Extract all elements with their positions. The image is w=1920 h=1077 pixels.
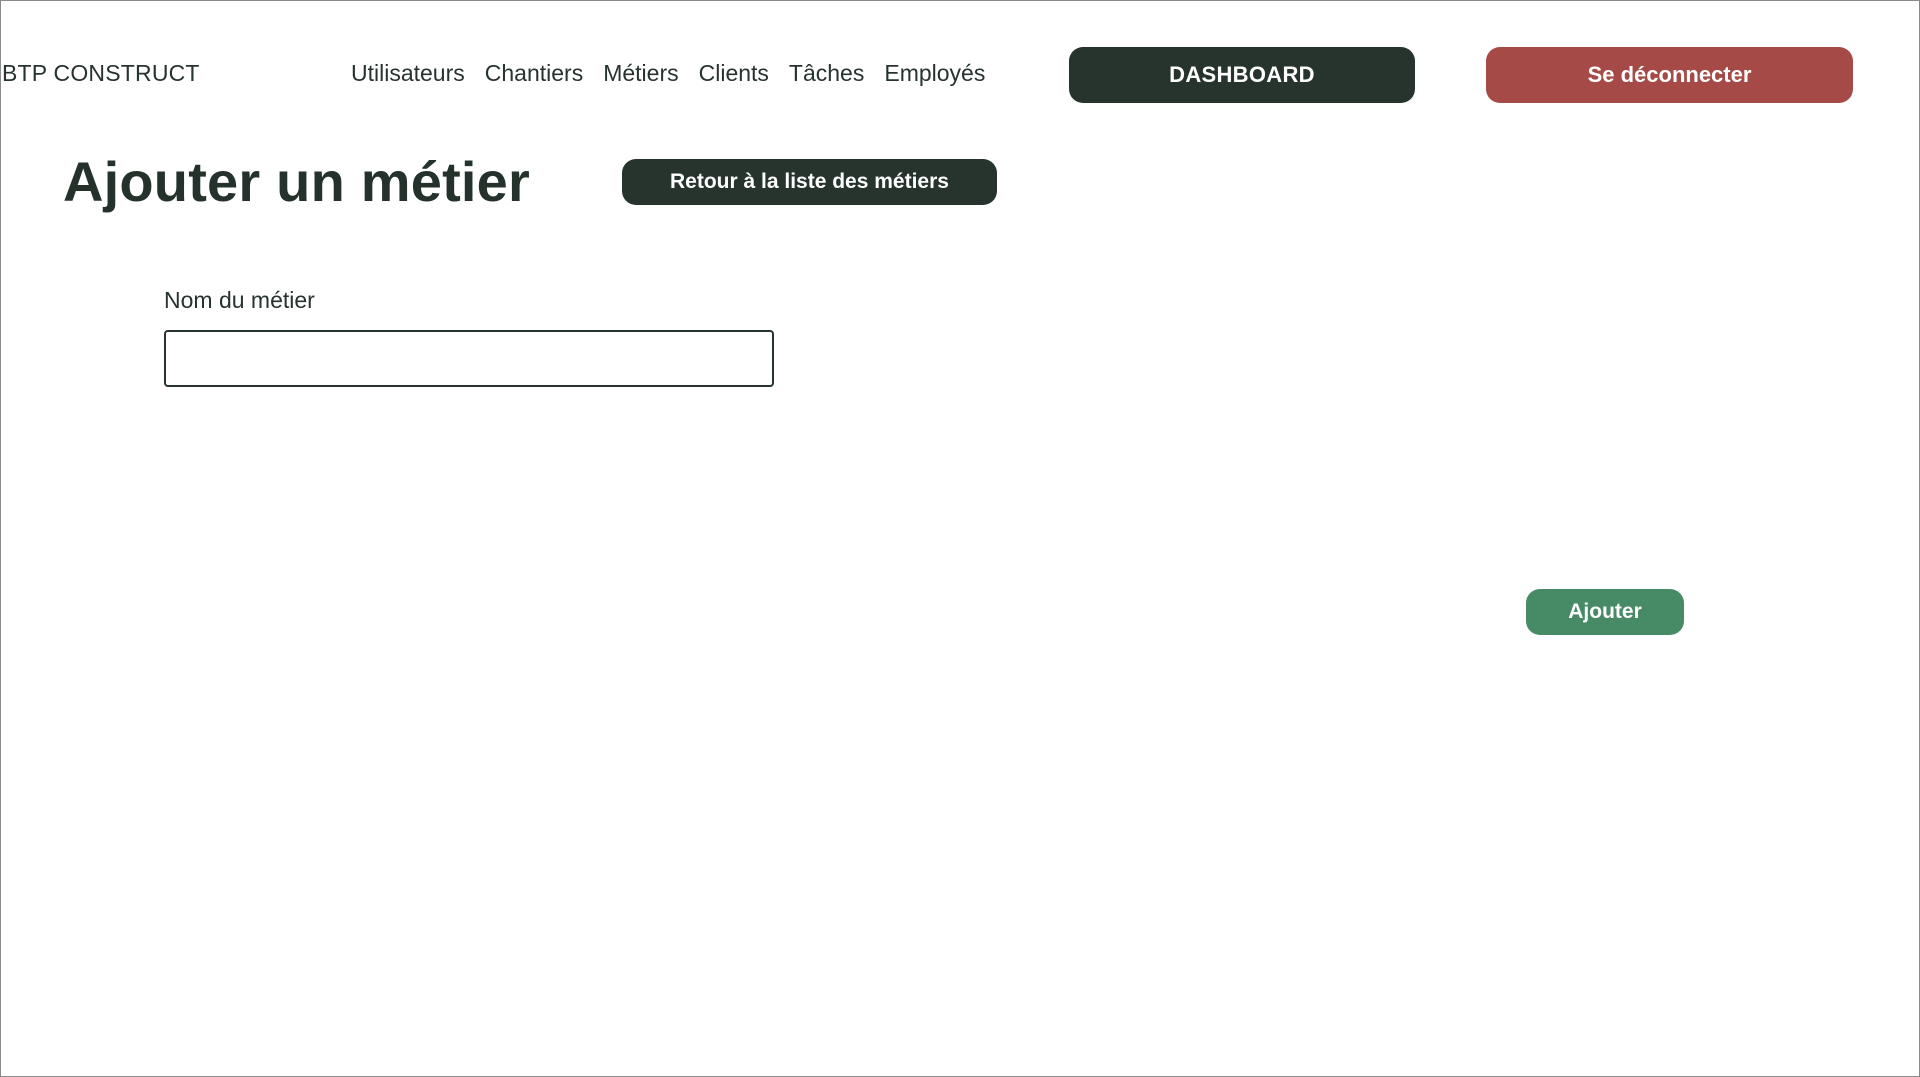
back-to-list-button[interactable]: Retour à la liste des métiers <box>622 159 997 205</box>
add-button[interactable]: Ajouter <box>1526 589 1684 635</box>
nav-item-metiers[interactable]: Métiers <box>603 60 678 87</box>
brand-logo-text[interactable]: BTP CONSTRUCT <box>2 60 200 87</box>
nav-item-utilisateurs[interactable]: Utilisateurs <box>351 60 465 87</box>
nav-item-clients[interactable]: Clients <box>699 60 769 87</box>
top-header: BTP CONSTRUCT Utilisateurs Chantiers Mét… <box>1 1 1920 111</box>
logout-button[interactable]: Se déconnecter <box>1486 47 1853 103</box>
nav-item-chantiers[interactable]: Chantiers <box>485 60 583 87</box>
main-nav: Utilisateurs Chantiers Métiers Clients T… <box>351 60 985 87</box>
job-name-label: Nom du métier <box>164 287 315 313</box>
nav-item-employes[interactable]: Employés <box>884 60 985 87</box>
nav-item-taches[interactable]: Tâches <box>789 60 864 87</box>
page-title: Ajouter un métier <box>63 150 531 213</box>
dashboard-button[interactable]: DASHBOARD <box>1069 47 1415 103</box>
job-name-input[interactable] <box>164 330 774 387</box>
page-frame: BTP CONSTRUCT Utilisateurs Chantiers Mét… <box>0 0 1920 1077</box>
